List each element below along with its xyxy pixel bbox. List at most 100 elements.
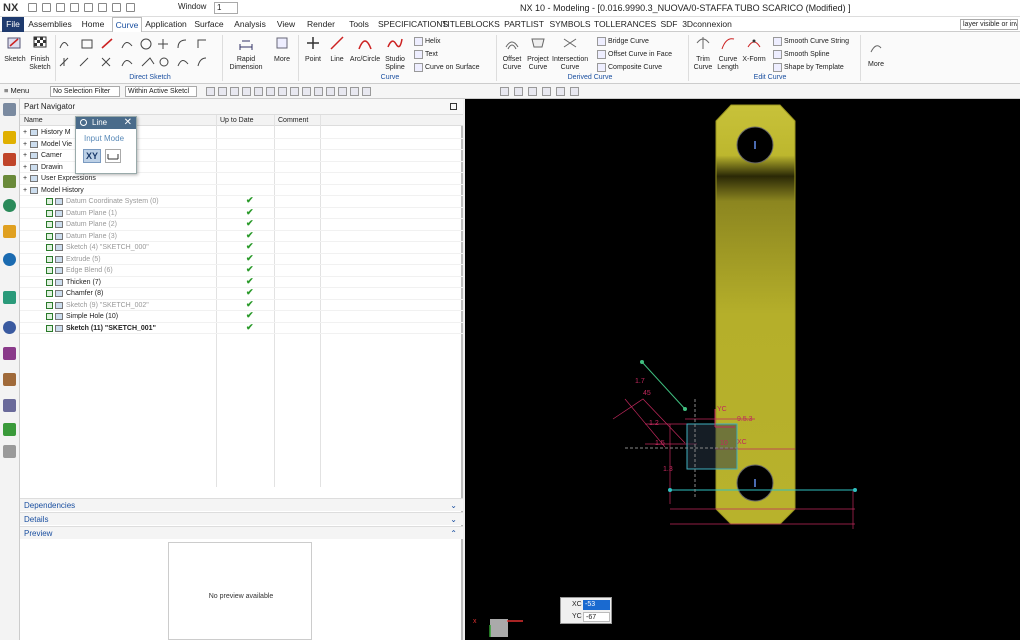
tree-row[interactable]: Sketch (11) "SKETCH_001" ✔ — [20, 322, 463, 334]
select-icon[interactable] — [570, 87, 579, 96]
visibility-checkbox[interactable] — [46, 290, 53, 297]
close-icon[interactable]: ✕ — [124, 117, 132, 129]
window-menu[interactable]: Window — [178, 2, 206, 11]
settings-icon[interactable] — [3, 103, 16, 116]
snap-icon[interactable] — [206, 87, 215, 96]
repeat-icon[interactable] — [112, 3, 121, 12]
tab-assemblies[interactable]: Assemblies — [26, 17, 74, 32]
smooth-curve-string-button[interactable]: Smooth Curve String — [773, 37, 849, 46]
bridge-curve-button[interactable]: Bridge Curve — [597, 37, 649, 46]
line-dialog-header[interactable]: Line ✕ — [76, 117, 136, 129]
view-icon[interactable] — [500, 87, 509, 96]
manufacturing-icon[interactable] — [3, 399, 16, 412]
line-tool-icon[interactable] — [126, 3, 135, 12]
tab-file[interactable]: File — [2, 17, 24, 32]
curve-length-button[interactable]: Curve Length — [716, 35, 740, 72]
dependencies-panel[interactable]: Dependencies ⌄ — [20, 498, 463, 511]
tab-titleblocks[interactable]: TITLEBLOCKS — [442, 17, 500, 32]
tree-row[interactable]: Edge Blend (6) ✔ — [20, 264, 463, 277]
expand-icon[interactable]: + — [23, 127, 27, 139]
gear-icon[interactable] — [80, 119, 87, 126]
text-button[interactable]: Text — [414, 50, 438, 59]
column-name[interactable]: Name — [24, 115, 43, 126]
tab-home[interactable]: Home — [76, 17, 110, 32]
orient-icon[interactable] — [514, 87, 523, 96]
plus-icon[interactable] — [326, 87, 335, 96]
tree-row[interactable]: Datum Plane (2) ✔ — [20, 218, 463, 231]
column-up-to-date[interactable]: Up to Date — [220, 115, 253, 126]
more-sketch-button[interactable]: More — [270, 35, 294, 64]
window-selector[interactable]: 1 — [214, 2, 238, 14]
expand-icon[interactable]: + — [23, 150, 27, 162]
paste-icon[interactable] — [98, 3, 107, 12]
tree-row[interactable]: Sketch (4) "SKETCH_000" ✔ — [20, 241, 463, 254]
tree-row[interactable]: Datum Coordinate System (0) ✔ — [20, 195, 463, 208]
tab-specifications[interactable]: SPECIFICATIONS — [378, 17, 448, 32]
visibility-checkbox[interactable] — [46, 324, 53, 332]
maximize-icon[interactable] — [450, 103, 457, 110]
point-button[interactable]: Point — [301, 35, 325, 64]
face-icon[interactable] — [362, 87, 371, 96]
column-comment[interactable]: Comment — [278, 115, 308, 126]
assembly-navigator-icon[interactable] — [3, 153, 16, 166]
point-icon[interactable] — [218, 87, 227, 96]
line-dialog[interactable]: Line ✕ Input Mode XY — [75, 116, 137, 174]
tree-row[interactable]: Extrude (5) ✔ — [20, 253, 463, 265]
line-snap-icon[interactable] — [338, 87, 347, 96]
end-point-icon[interactable] — [290, 87, 299, 96]
intersection-icon[interactable] — [242, 87, 251, 96]
process-studio-icon[interactable] — [3, 291, 16, 304]
composite-curve-button[interactable]: Composite Curve — [597, 63, 662, 72]
graphics-window[interactable]: YC XC 9.5.3 1.2 1.3 1.5 45 1.7 10 x — [465, 99, 1020, 640]
visibility-checkbox[interactable] — [46, 255, 53, 263]
offset-curve-in-face-button[interactable]: Offset Curve in Face — [597, 50, 672, 59]
expand-icon[interactable]: + — [23, 173, 27, 185]
web-browser-icon[interactable] — [3, 199, 16, 212]
visibility-checkbox[interactable] — [46, 232, 53, 240]
smooth-spline-button[interactable]: Smooth Spline — [773, 50, 830, 59]
visibility-checkbox[interactable] — [46, 278, 53, 286]
visibility-checkbox[interactable] — [46, 313, 53, 320]
clock-icon[interactable] — [3, 321, 16, 334]
cut-icon[interactable] — [70, 3, 79, 12]
shape-by-template-button[interactable]: Shape by Template — [773, 63, 844, 72]
rapid-dimension-button[interactable]: Rapid Dimension — [226, 35, 266, 72]
render-icon[interactable] — [528, 87, 537, 96]
tree-row[interactable]: Sketch (9) "SKETCH_002" ✔ — [20, 299, 463, 311]
save-icon[interactable] — [28, 3, 37, 12]
roles-icon[interactable] — [3, 347, 16, 360]
x-form-button[interactable]: X-Form — [742, 35, 766, 64]
studio-spline-button[interactable]: Studio Spline — [382, 35, 408, 72]
visibility-checkbox[interactable] — [46, 301, 53, 309]
helix-button[interactable]: Helix — [414, 37, 441, 46]
visibility-checkbox[interactable] — [46, 244, 53, 251]
expand-icon[interactable]: + — [23, 139, 27, 151]
tab-partlist[interactable]: PARTLIST — [502, 17, 546, 32]
xc-input[interactable]: -53 — [583, 600, 610, 610]
visibility-checkbox[interactable] — [46, 221, 53, 228]
tab-view[interactable]: View — [272, 17, 300, 32]
vertex-icon[interactable] — [230, 87, 239, 96]
project-curve-button[interactable]: Project Curve — [526, 35, 550, 72]
visibility-checkbox[interactable] — [46, 267, 53, 274]
tree-row[interactable]: + User Expressions — [20, 173, 463, 185]
tree-row[interactable]: Thicken (7) ✔ — [20, 276, 463, 288]
tab-symbols[interactable]: SYMBOLS — [548, 17, 592, 32]
tab-application[interactable]: Application — [144, 17, 188, 32]
offset-curve-button[interactable]: Offset Curve — [500, 35, 524, 72]
reuse-library-icon[interactable] — [3, 253, 16, 266]
sketch-button[interactable]: Sketch — [4, 35, 26, 64]
document-icon[interactable] — [3, 445, 16, 458]
tangent-icon[interactable] — [278, 87, 287, 96]
grid-icon[interactable] — [314, 87, 323, 96]
tab-tollerances[interactable]: TOLLERANCES — [594, 17, 656, 32]
undo-icon[interactable] — [42, 3, 51, 12]
visibility-checkbox[interactable] — [46, 209, 53, 217]
expand-icon[interactable]: + — [23, 162, 27, 174]
more-curve-button[interactable]: More — [864, 40, 888, 69]
tree-row[interactable]: Chamfer (8) ✔ — [20, 287, 463, 300]
system-scenes-icon[interactable] — [3, 373, 16, 386]
visibility-checkbox[interactable] — [46, 198, 53, 205]
arc-center-icon[interactable] — [254, 87, 263, 96]
tab-surface[interactable]: Surface — [190, 17, 228, 32]
